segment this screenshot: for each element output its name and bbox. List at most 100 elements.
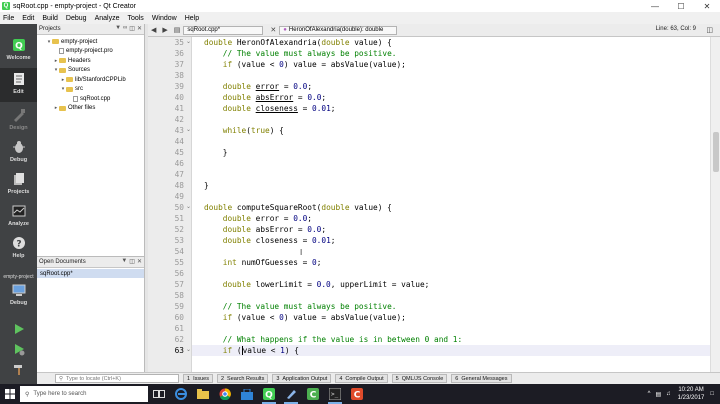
tray-chevron-icon[interactable]: ^ xyxy=(648,391,651,397)
menu-window[interactable]: Window xyxy=(152,15,177,22)
tree-item[interactable]: ▾ empty-project xyxy=(46,37,98,46)
forward-arrow-icon[interactable]: ▶ xyxy=(159,26,170,34)
output-tab[interactable]: 2 Search Results xyxy=(216,374,269,383)
mode-edit[interactable]: Edit xyxy=(0,68,37,102)
output-tab[interactable]: 5 QML/JS Console xyxy=(391,374,448,383)
code-line[interactable]: double HeronOfAlexandria(double value) { xyxy=(204,37,392,48)
scrollbar-thumb[interactable] xyxy=(713,132,719,172)
close-panel-icon[interactable]: ✕ xyxy=(137,25,142,32)
symbol-combo[interactable]: ● HeronOfAlexandria(double): double xyxy=(279,25,398,35)
taskbar-qt-creator[interactable]: Q xyxy=(258,384,280,404)
tree-item[interactable]: sqRoot.cpp xyxy=(67,94,110,103)
mode-welcome[interactable]: Q Welcome xyxy=(0,34,37,68)
code-line[interactable]: double error = 0.0; xyxy=(204,81,312,92)
tree-item[interactable]: ▸ Other files xyxy=(53,104,96,113)
menu-build[interactable]: Build xyxy=(42,15,58,22)
menu-debug[interactable]: Debug xyxy=(66,15,87,22)
code-line[interactable]: if (value < 0) value = absValue(value); xyxy=(204,312,406,323)
code-line[interactable]: double closeness = 0.01; xyxy=(204,235,336,246)
output-tab[interactable]: 1 Issues xyxy=(183,374,213,383)
mode-debug[interactable]: Debug xyxy=(0,136,37,170)
code-line[interactable]: double lowerLimit = 0.0, upperLimit = va… xyxy=(204,279,430,290)
file-tab-combo[interactable]: sqRoot.cpp* xyxy=(183,25,264,35)
line-column-indicator[interactable]: Line: 63, Col: 9 xyxy=(656,26,696,32)
tree-item[interactable]: empty-project.pro xyxy=(53,47,113,56)
code-line[interactable]: while(true) { xyxy=(204,125,284,136)
debug-run-button[interactable] xyxy=(0,340,37,360)
split-icon[interactable]: ◫ xyxy=(129,258,135,265)
code-line[interactable]: int numOfGuesses = 0; xyxy=(204,257,322,268)
run-button[interactable] xyxy=(0,320,37,340)
file-icon xyxy=(73,95,78,102)
split-icon[interactable]: ◫ xyxy=(129,25,135,32)
file-icon: ▤ xyxy=(173,27,181,34)
line-number-gutter[interactable]: 35 ⌄ 36 37 38 39 40 41 42 43 ⌄ 44 45 46 47 48 49 50 ⌄ 51 52 5… xyxy=(148,37,192,372)
code-line[interactable]: // The value must always be positive. xyxy=(204,48,397,59)
code-token: value < xyxy=(242,345,281,355)
volume-icon[interactable]: ♫ xyxy=(666,391,671,397)
taskbar-explorer[interactable] xyxy=(192,384,214,404)
tree-item[interactable]: ▸ lib/StanfordCPPLib xyxy=(60,75,126,84)
code-line[interactable]: double error = 0.0; xyxy=(204,213,312,224)
open-document-item[interactable]: sqRoot.cpp* xyxy=(37,269,144,278)
output-tab[interactable]: 4 Compile Output xyxy=(335,374,388,383)
taskbar-terminal[interactable]: >_ xyxy=(324,384,346,404)
code-line[interactable]: } xyxy=(204,147,228,158)
back-arrow-icon[interactable]: ◀ xyxy=(148,26,159,34)
split-editor-icon[interactable]: ◫ xyxy=(703,26,716,34)
code-line[interactable]: double closeness = 0.01; xyxy=(204,103,336,114)
tree-item[interactable]: ▾ src xyxy=(60,85,83,94)
menu-file[interactable]: File xyxy=(3,15,14,22)
target-selector[interactable]: empty-project Debug xyxy=(0,272,37,318)
close-button[interactable]: ✕ xyxy=(694,0,720,12)
code-line[interactable]: } xyxy=(204,180,209,191)
notifications-icon[interactable]: □ xyxy=(710,391,714,397)
code-line[interactable]: double absError = 0.0; xyxy=(204,92,326,103)
code-token: double xyxy=(222,224,251,234)
close-file-icon[interactable]: ✕ xyxy=(267,26,279,34)
tree-item[interactable]: ▸ Headers xyxy=(53,56,91,65)
menu-help[interactable]: Help xyxy=(185,15,199,22)
code-line[interactable]: double computeSquareRoot(double value) { xyxy=(204,202,392,213)
maximize-button[interactable]: ☐ xyxy=(668,0,694,12)
mode-help[interactable]: ? Help xyxy=(0,232,37,266)
build-button[interactable] xyxy=(0,360,37,380)
task-view-button[interactable] xyxy=(148,384,170,404)
start-button[interactable] xyxy=(0,384,20,404)
output-tab-number: 1 xyxy=(187,375,191,382)
locator-input[interactable]: ⚲ Type to locate (Ctrl+K) xyxy=(55,374,179,383)
menu-tools[interactable]: Tools xyxy=(127,15,143,22)
dropdown-icon[interactable]: ▼ xyxy=(121,258,127,265)
filter-icon[interactable]: ▼ xyxy=(115,25,121,32)
code-line[interactable]: // What happens if the value is in betwe… xyxy=(204,334,462,345)
taskbar-edge[interactable] xyxy=(170,384,192,404)
code-line[interactable]: if (value < 1) { xyxy=(192,344,710,356)
code-editor[interactable]: double HeronOfAlexandria(double value) {… xyxy=(192,37,710,372)
code-line[interactable]: // The value must always be positive. xyxy=(204,301,397,312)
mode-label: Projects xyxy=(7,189,30,195)
output-tab[interactable]: 3 Application Output xyxy=(272,374,332,383)
network-icon[interactable]: ▤ xyxy=(656,391,662,398)
close-panel-icon[interactable]: ✕ xyxy=(137,258,142,265)
taskbar-clock[interactable]: 10:20 AM 1/23/2017 xyxy=(678,386,705,402)
taskbar-recorder[interactable]: C xyxy=(346,384,368,404)
code-line[interactable]: if (value < 0) value = absValue(value); xyxy=(204,59,406,70)
taskbar-chrome[interactable] xyxy=(214,384,236,404)
pen-icon xyxy=(287,390,296,399)
minimize-button[interactable]: — xyxy=(642,0,668,12)
output-tab[interactable]: 6 General Messages xyxy=(451,374,512,383)
mode-projects[interactable]: Projects xyxy=(0,168,37,202)
code-line[interactable]: double absError = 0.0; xyxy=(204,224,326,235)
taskbar-pen-app[interactable] xyxy=(280,384,302,404)
mode-analyze[interactable]: Analyze xyxy=(0,200,37,234)
code-token: while xyxy=(222,125,247,135)
taskbar-search[interactable]: ⚲ Type here to search xyxy=(20,386,148,402)
menu-analyze[interactable]: Analyze xyxy=(95,15,120,22)
taskbar-camtasia[interactable]: C xyxy=(302,384,324,404)
taskbar-store[interactable] xyxy=(236,384,258,404)
tree-item[interactable]: ▾ Sources xyxy=(53,66,90,75)
link-icon[interactable]: ∞ xyxy=(123,25,127,32)
menu-edit[interactable]: Edit xyxy=(22,15,34,22)
editor-scrollbar[interactable] xyxy=(710,37,720,372)
mode-design[interactable]: Design xyxy=(0,104,37,138)
